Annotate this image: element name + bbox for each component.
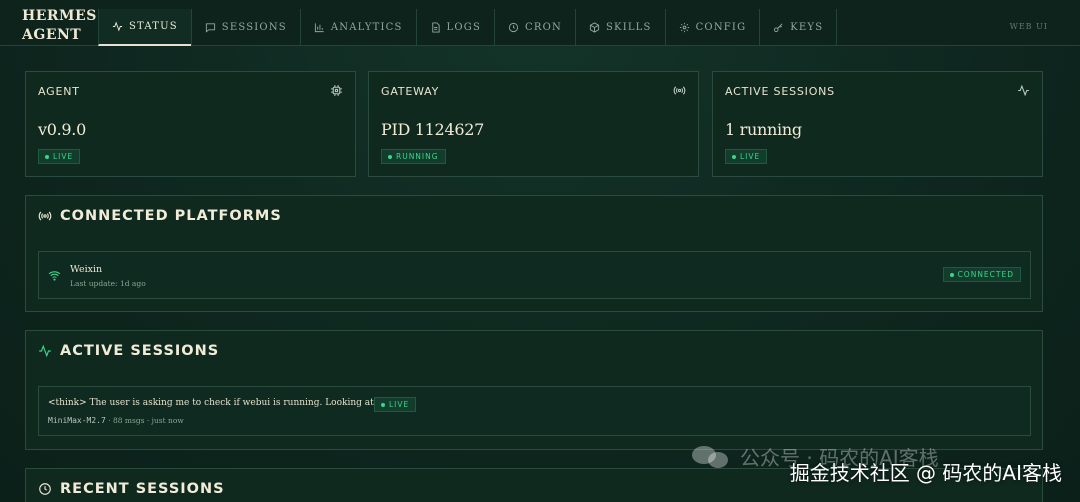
badge-label: RUNNING bbox=[396, 152, 439, 161]
gateway-pid: PID 1124627 bbox=[381, 120, 484, 139]
section-title: CONNECTED PLATFORMS bbox=[38, 208, 282, 224]
status-dot bbox=[45, 154, 49, 159]
tab-cron[interactable]: CRON bbox=[494, 9, 575, 46]
session-preview: <think> The user is asking me to check i… bbox=[48, 398, 413, 408]
active-sessions-count: 1 running bbox=[725, 120, 802, 139]
tab-config[interactable]: CONFIG bbox=[664, 9, 760, 46]
session-meta: MiniMax-M2.7 · 88 msgs · just now bbox=[48, 416, 184, 425]
tab-label: CONFIG bbox=[695, 22, 747, 33]
watermark: 掘金技术社区 @ 码农的AI客栈 bbox=[789, 461, 1062, 485]
top-nav: HERMES AGENT STATUS SESSIONS ANALYTICS L… bbox=[0, 0, 1080, 46]
status-dot bbox=[949, 272, 954, 277]
tab-label: KEYS bbox=[790, 22, 824, 33]
session-meta-text: · 88 msgs · just now bbox=[108, 416, 184, 425]
message-icon bbox=[205, 23, 215, 33]
platform-name: Weixin bbox=[70, 264, 103, 275]
nav-tabs: STATUS SESSIONS ANALYTICS LOGS CRON SKIL… bbox=[98, 9, 838, 46]
agent-version: v0.9.0 bbox=[38, 120, 86, 139]
gateway-card-title: GATEWAY bbox=[381, 85, 440, 98]
active-sessions-panel: ACTIVE SESSIONS <think> The user is aski… bbox=[25, 330, 1043, 450]
brand-line-2: AGENT bbox=[22, 27, 82, 43]
status-dot bbox=[381, 402, 385, 407]
status-badge: LIVE bbox=[725, 149, 768, 164]
connected-platforms-panel: CONNECTED PLATFORMS Weixin Last update: … bbox=[25, 195, 1043, 312]
gateway-card: GATEWAY PID 1124627 RUNNING bbox=[368, 71, 699, 177]
tab-label: SKILLS bbox=[605, 22, 652, 33]
clock-icon bbox=[39, 483, 51, 495]
tab-skills[interactable]: SKILLS bbox=[574, 9, 665, 46]
package-icon bbox=[589, 22, 600, 33]
clock-icon bbox=[508, 22, 519, 33]
tab-sessions[interactable]: SESSIONS bbox=[190, 9, 300, 46]
status-badge: RUNNING bbox=[381, 149, 446, 164]
wechat-icon bbox=[692, 445, 728, 468]
section-title: ACTIVE SESSIONS bbox=[38, 343, 219, 359]
brand-line-1: HERMES bbox=[22, 8, 97, 24]
brand-logo[interactable]: HERMES AGENT bbox=[22, 7, 97, 45]
active-sessions-card-title: ACTIVE SESSIONS bbox=[725, 85, 835, 98]
tab-status[interactable]: STATUS bbox=[98, 9, 191, 46]
tab-keys[interactable]: KEYS bbox=[759, 9, 838, 46]
active-sessions-card: ACTIVE SESSIONS 1 running LIVE bbox=[712, 71, 1043, 177]
badge-label: LIVE bbox=[740, 152, 761, 161]
tab-label: STATUS bbox=[129, 21, 178, 32]
section-title-text: CONNECTED PLATFORMS bbox=[60, 208, 282, 224]
gear-icon bbox=[679, 22, 689, 33]
status-dot bbox=[732, 154, 736, 159]
tab-label: SESSIONS bbox=[221, 22, 287, 33]
section-title-text: ACTIVE SESSIONS bbox=[60, 343, 220, 359]
tab-label: LOGS bbox=[446, 22, 482, 33]
connected-badge: CONNECTED bbox=[942, 267, 1021, 282]
tab-analytics[interactable]: ANALYTICS bbox=[299, 9, 416, 46]
status-dot bbox=[388, 154, 392, 159]
session-preview-text: <think> The user is asking me to check i… bbox=[48, 398, 413, 408]
activity-icon bbox=[39, 344, 51, 358]
chip-icon bbox=[331, 85, 342, 96]
platform-last-update: Last update: 1d ago bbox=[70, 279, 146, 288]
tab-label: CRON bbox=[525, 22, 562, 33]
badge-label: LIVE bbox=[53, 152, 74, 161]
activity-icon bbox=[112, 21, 123, 32]
bar-chart-icon bbox=[314, 23, 324, 33]
file-icon bbox=[431, 22, 440, 33]
status-badge: LIVE bbox=[38, 149, 81, 164]
agent-card-title: AGENT bbox=[38, 85, 80, 98]
section-title: RECENT SESSIONS bbox=[38, 481, 225, 497]
session-row[interactable]: <think> The user is asking me to check i… bbox=[38, 386, 1031, 436]
wifi-icon bbox=[48, 271, 61, 281]
session-model: MiniMax-M2.7 bbox=[48, 416, 106, 425]
tab-logs[interactable]: LOGS bbox=[415, 9, 494, 46]
web-ui-label: WEB UI bbox=[1009, 22, 1048, 31]
radio-icon bbox=[673, 86, 686, 95]
badge-label: LIVE bbox=[389, 400, 410, 409]
radio-icon bbox=[38, 211, 52, 221]
tab-label: ANALYTICS bbox=[330, 22, 403, 33]
platform-row[interactable]: Weixin Last update: 1d ago CONNECTED bbox=[38, 251, 1031, 299]
agent-card: AGENT v0.9.0 LIVE bbox=[25, 71, 356, 177]
activity-icon bbox=[1018, 84, 1029, 97]
live-badge: LIVE bbox=[374, 397, 417, 412]
key-icon bbox=[774, 23, 783, 33]
section-title-text: RECENT SESSIONS bbox=[60, 481, 225, 497]
badge-label: CONNECTED bbox=[957, 270, 1014, 279]
